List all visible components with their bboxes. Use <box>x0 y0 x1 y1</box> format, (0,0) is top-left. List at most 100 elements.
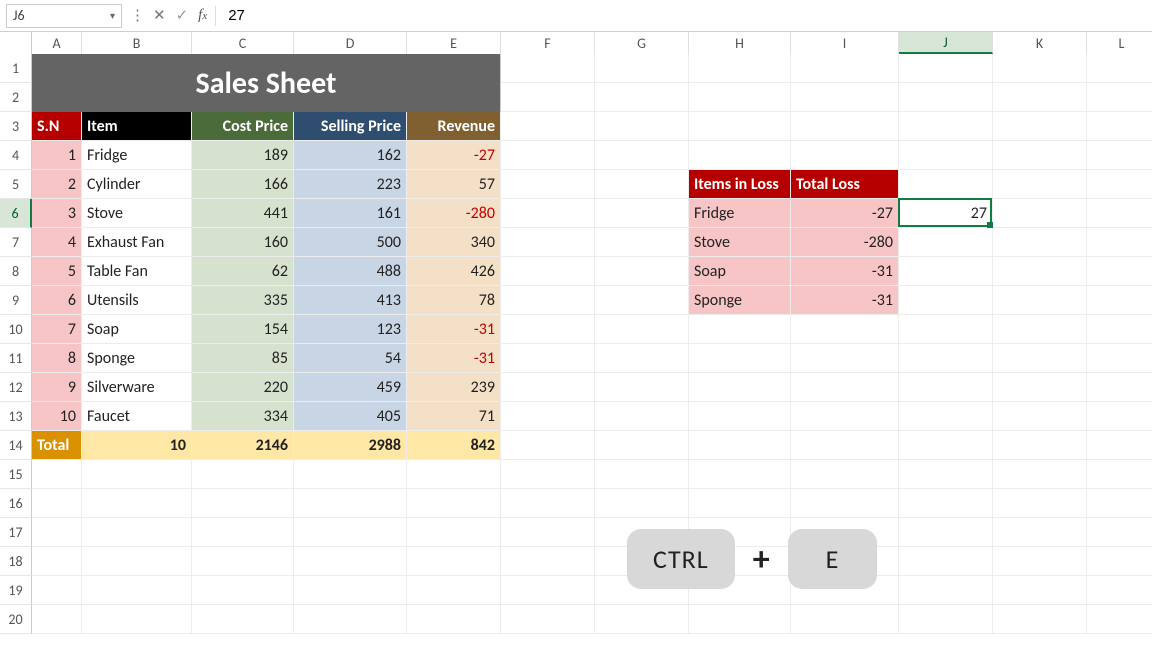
row-header-8[interactable]: 8 <box>0 257 32 286</box>
header-cost[interactable]: Cost Price <box>192 112 294 141</box>
cell-G13[interactable] <box>595 402 689 431</box>
row-header-9[interactable]: 9 <box>0 286 32 315</box>
row-header-2[interactable]: 2 <box>0 83 32 112</box>
formula-input[interactable] <box>224 5 1146 26</box>
cell-G1[interactable] <box>595 54 689 83</box>
cell-E19[interactable] <box>407 576 501 605</box>
cell-item-7[interactable]: Exhaust Fan <box>82 228 192 257</box>
row-header-14[interactable]: 14 <box>0 431 32 460</box>
cell-H2[interactable] <box>689 83 791 112</box>
cell-B19[interactable] <box>82 576 192 605</box>
cell-G10[interactable] <box>595 315 689 344</box>
cell-sn-5[interactable]: 2 <box>32 170 82 199</box>
cell-cost-8[interactable]: 62 <box>192 257 294 286</box>
cell-item-8[interactable]: Table Fan <box>82 257 192 286</box>
cell-item-13[interactable]: Faucet <box>82 402 192 431</box>
cell-J3[interactable] <box>899 112 993 141</box>
cell-E15[interactable] <box>407 460 501 489</box>
loss-header-items[interactable]: Items in Loss <box>689 170 791 199</box>
cell-I1[interactable] <box>791 54 899 83</box>
cell-rev-12[interactable]: 239 <box>407 373 501 402</box>
cell-F1[interactable] <box>501 54 595 83</box>
cell-L6[interactable] <box>1087 199 1152 228</box>
cell-K4[interactable] <box>993 141 1087 170</box>
cell-F4[interactable] <box>501 141 595 170</box>
column-header-K[interactable]: K <box>993 32 1087 54</box>
cell-item-5[interactable]: Cylinder <box>82 170 192 199</box>
cell-F16[interactable] <box>501 489 595 518</box>
column-header-B[interactable]: B <box>82 32 192 54</box>
total-cost[interactable]: 2146 <box>192 431 294 460</box>
cell-K16[interactable] <box>993 489 1087 518</box>
cell-K6[interactable] <box>993 199 1087 228</box>
cell-cost-5[interactable]: 166 <box>192 170 294 199</box>
cell-C20[interactable] <box>192 605 294 634</box>
cell-J13[interactable] <box>899 402 993 431</box>
cell-F8[interactable] <box>501 257 595 286</box>
cell-C16[interactable] <box>192 489 294 518</box>
row-header-18[interactable]: 18 <box>0 547 32 576</box>
cell-J15[interactable] <box>899 460 993 489</box>
row-header-3[interactable]: 3 <box>0 112 32 141</box>
cell-J14[interactable] <box>899 431 993 460</box>
cell-E16[interactable] <box>407 489 501 518</box>
cell-G20[interactable] <box>595 605 689 634</box>
cell-cost-12[interactable]: 220 <box>192 373 294 402</box>
cell-L7[interactable] <box>1087 228 1152 257</box>
cell-J2[interactable] <box>899 83 993 112</box>
cell-D18[interactable] <box>294 547 407 576</box>
cell-I15[interactable] <box>791 460 899 489</box>
cell-J6[interactable]: 27 <box>899 199 993 228</box>
cell-rev-9[interactable]: 78 <box>407 286 501 315</box>
cell-K9[interactable] <box>993 286 1087 315</box>
cell-F19[interactable] <box>501 576 595 605</box>
cell-sell-7[interactable]: 500 <box>294 228 407 257</box>
row-header-4[interactable]: 4 <box>0 141 32 170</box>
cell-L4[interactable] <box>1087 141 1152 170</box>
cell-J8[interactable] <box>899 257 993 286</box>
loss-item-2[interactable]: Soap <box>689 257 791 286</box>
row-header-6[interactable]: 6 <box>0 199 32 228</box>
cell-J18[interactable] <box>899 547 993 576</box>
cell-G7[interactable] <box>595 228 689 257</box>
cell-G11[interactable] <box>595 344 689 373</box>
header-rev[interactable]: Revenue <box>407 112 501 141</box>
cell-cost-11[interactable]: 85 <box>192 344 294 373</box>
cell-rev-10[interactable]: -31 <box>407 315 501 344</box>
cell-I2[interactable] <box>791 83 899 112</box>
cell-rev-5[interactable]: 57 <box>407 170 501 199</box>
cell-I4[interactable] <box>791 141 899 170</box>
row-header-7[interactable]: 7 <box>0 228 32 257</box>
cell-B17[interactable] <box>82 518 192 547</box>
cell-item-10[interactable]: Soap <box>82 315 192 344</box>
cell-sell-12[interactable]: 459 <box>294 373 407 402</box>
cell-F14[interactable] <box>501 431 595 460</box>
cell-L9[interactable] <box>1087 286 1152 315</box>
loss-item-1[interactable]: Stove <box>689 228 791 257</box>
cell-F20[interactable] <box>501 605 595 634</box>
fx-icon[interactable]: fx <box>198 7 207 24</box>
row-header-17[interactable]: 17 <box>0 518 32 547</box>
cell-G14[interactable] <box>595 431 689 460</box>
cell-G4[interactable] <box>595 141 689 170</box>
cell-G6[interactable] <box>595 199 689 228</box>
cell-G12[interactable] <box>595 373 689 402</box>
select-all-corner[interactable] <box>0 32 32 54</box>
cell-L10[interactable] <box>1087 315 1152 344</box>
row-header-16[interactable]: 16 <box>0 489 32 518</box>
cell-J20[interactable] <box>899 605 993 634</box>
cell-sn-6[interactable]: 3 <box>32 199 82 228</box>
cell-H1[interactable] <box>689 54 791 83</box>
loss-item-0[interactable]: Fridge <box>689 199 791 228</box>
cell-K18[interactable] <box>993 547 1087 576</box>
cell-H20[interactable] <box>689 605 791 634</box>
total-sell[interactable]: 2988 <box>294 431 407 460</box>
cell-K5[interactable] <box>993 170 1087 199</box>
cell-C17[interactable] <box>192 518 294 547</box>
cell-F18[interactable] <box>501 547 595 576</box>
cell-I20[interactable] <box>791 605 899 634</box>
cell-F5[interactable] <box>501 170 595 199</box>
row-header-15[interactable]: 15 <box>0 460 32 489</box>
cell-sn-9[interactable]: 6 <box>32 286 82 315</box>
cell-L17[interactable] <box>1087 518 1152 547</box>
